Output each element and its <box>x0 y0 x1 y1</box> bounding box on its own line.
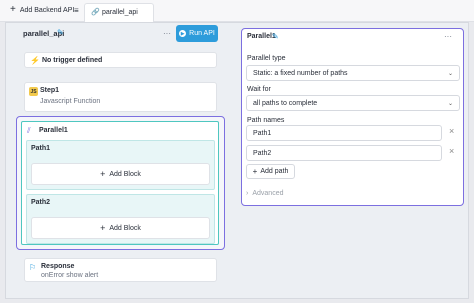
response-block[interactable]: ⚐ Response onError show alert <box>24 258 217 282</box>
path-name-value: Path2 <box>253 149 272 157</box>
wait-for-value: all paths to complete <box>253 99 318 107</box>
edit-icon[interactable]: ✎ <box>57 28 64 37</box>
plus-icon: + <box>10 4 16 15</box>
chevron-down-icon: ⌄ <box>447 70 453 77</box>
path-name-input[interactable]: Path2 <box>246 145 442 161</box>
menu-icon[interactable]: ≡ <box>74 6 79 15</box>
plus-icon: + <box>100 169 106 179</box>
properties-panel: Parallel1 ✎ ··· Parallel type Static: a … <box>241 28 464 206</box>
plus-icon: + <box>252 167 258 176</box>
step1-subtitle: Javascript Function <box>40 98 101 105</box>
path2-add-block-button[interactable]: + Add Block <box>31 217 210 239</box>
add-path-label: Add path <box>260 168 289 175</box>
response-subtitle: onError show alert <box>41 272 99 279</box>
run-api-button[interactable]: ▶ Run API <box>176 25 218 42</box>
message-icon: ⚐ <box>29 263 37 272</box>
path1-add-block-button[interactable]: + Add Block <box>31 163 210 185</box>
chevron-right-icon: › <box>246 190 249 197</box>
path-name-value: Path1 <box>253 129 272 137</box>
run-api-label: Run API <box>189 30 215 37</box>
path2-section: Path2 + Add Block <box>26 194 215 244</box>
path-name-input[interactable]: Path1 <box>246 125 442 141</box>
plus-icon: + <box>100 223 106 233</box>
parallel-icon: ⫽ <box>27 126 31 135</box>
path1-section: Path1 + Add Block <box>26 140 215 190</box>
wait-for-select[interactable]: all paths to complete ⌄ <box>246 95 460 111</box>
add-block-label: Add Block <box>109 224 141 232</box>
tab-parallel-api[interactable]: 🔗 parallel_api <box>84 3 154 22</box>
edit-icon[interactable]: ✎ <box>272 32 279 41</box>
trigger-block[interactable]: ⚡ No trigger defined <box>24 52 217 68</box>
remove-path-icon[interactable]: × <box>449 126 454 136</box>
parallel-title: Parallel1 <box>39 127 68 134</box>
add-backend-api-button[interactable]: + Add Backend API <box>10 4 75 15</box>
link-icon: 🔗 <box>91 9 100 16</box>
add-path-button[interactable]: + Add path <box>246 164 295 179</box>
parallel-type-value: Static: a fixed number of paths <box>253 69 348 77</box>
advanced-toggle[interactable]: › Advanced <box>246 190 283 197</box>
path2-label: Path2 <box>31 199 51 206</box>
panel-more-button[interactable]: ··· <box>444 32 452 41</box>
run-icon: ▶ <box>179 30 187 37</box>
step1-title: Step1 <box>40 87 60 94</box>
chevron-down-icon: ⌄ <box>447 100 453 107</box>
trigger-label: No trigger defined <box>42 57 103 64</box>
top-bar: + Add Backend API ≡ 🔗 parallel_api <box>0 0 474 22</box>
bolt-icon: ⚡ <box>30 56 40 65</box>
step1-block[interactable]: JS Step1 Javascript Function <box>24 82 217 112</box>
api-more-button[interactable]: ··· <box>163 29 171 38</box>
tab-label: parallel_api <box>102 9 138 16</box>
javascript-icon: JS <box>29 87 38 96</box>
wait-for-label: Wait for <box>247 86 271 93</box>
add-backend-api-label: Add Backend API <box>19 6 75 14</box>
parallel-type-select[interactable]: Static: a fixed number of paths ⌄ <box>246 65 460 81</box>
parallel-type-label: Parallel type <box>247 55 286 62</box>
path1-label: Path1 <box>31 145 51 152</box>
add-block-label: Add Block <box>109 170 141 178</box>
response-title: Response <box>41 263 75 270</box>
advanced-label: Advanced <box>252 190 284 197</box>
path-names-label: Path names <box>247 117 285 124</box>
parallel-inner: ⫽ Parallel1 Path1 + Add Block Path2 + Ad… <box>21 121 219 245</box>
remove-path-icon[interactable]: × <box>449 146 454 156</box>
parallel-block[interactable]: ⫽ Parallel1 Path1 + Add Block Path2 + Ad… <box>16 116 225 250</box>
